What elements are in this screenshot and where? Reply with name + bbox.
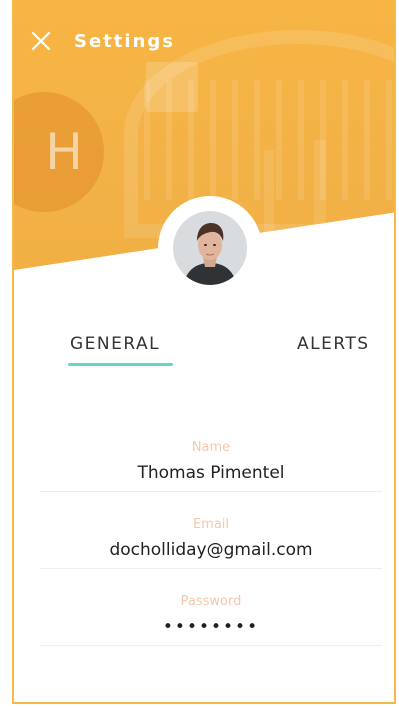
close-icon (31, 31, 51, 51)
password-divider (40, 645, 382, 646)
avatar-frame (158, 196, 262, 300)
close-button[interactable] (28, 28, 54, 54)
top-bar: Settings (28, 28, 175, 54)
email-field-group: Email docholliday@gmail.com (40, 517, 382, 569)
tab-alerts[interactable]: ALERTS (297, 334, 370, 354)
name-field-group: Name Thomas Pimentel (40, 440, 382, 492)
password-label: Password (180, 594, 242, 609)
tab-bar: GENERAL ALERTS (14, 334, 394, 374)
avatar-photo (173, 211, 247, 285)
password-field[interactable]: •••••••• (40, 617, 382, 637)
email-label: Email (192, 517, 230, 532)
settings-screen: H Settings GENERAL ALERTS Name Thomas Pi… (12, 0, 396, 704)
email-field[interactable]: docholliday@gmail.com (40, 540, 382, 560)
name-field[interactable]: Thomas Pimentel (40, 463, 382, 483)
password-field-group: Password •••••••• (40, 594, 382, 646)
avatar[interactable] (173, 211, 247, 285)
name-divider (40, 491, 382, 492)
name-label: Name (191, 440, 231, 455)
page-title: Settings (74, 30, 175, 52)
active-tab-indicator (68, 363, 173, 366)
tab-general[interactable]: GENERAL (70, 334, 160, 354)
email-divider (40, 568, 382, 569)
